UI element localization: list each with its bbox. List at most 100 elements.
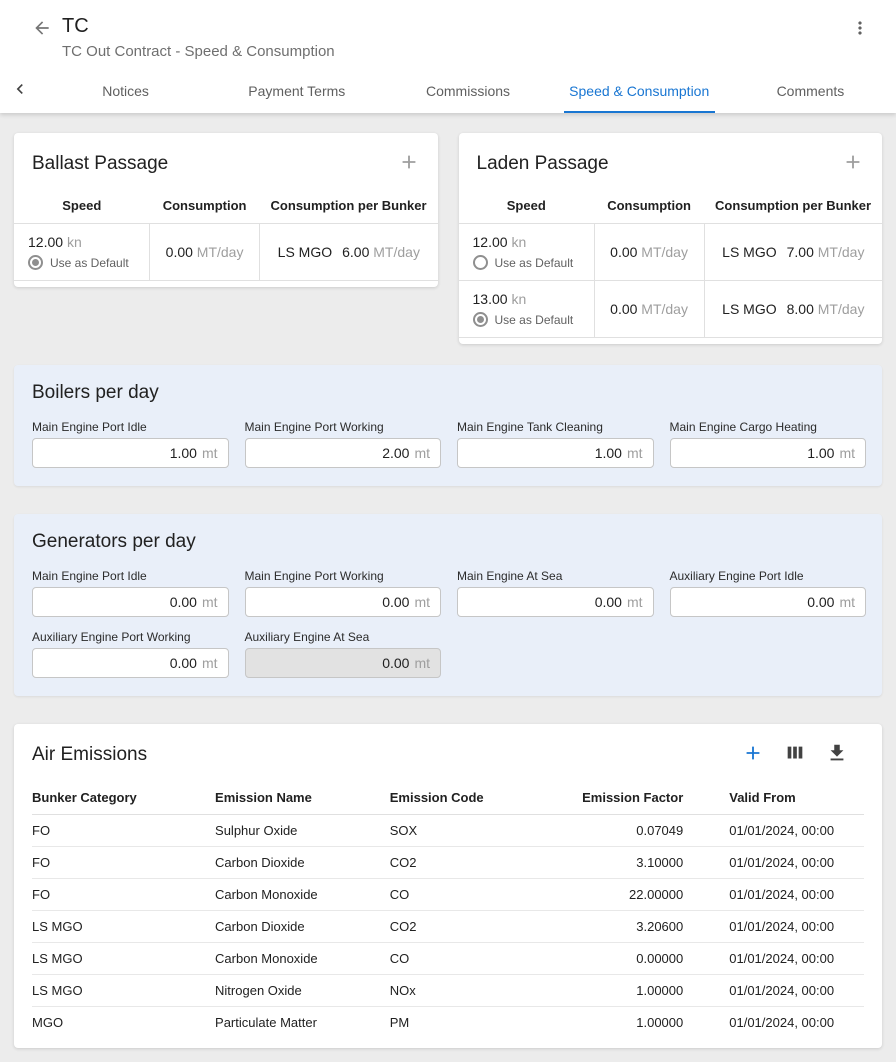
generators-main-engine-port-working-field: Main Engine Port Working 0.00 mt [245,569,442,617]
field-unit: mt [202,655,218,671]
boilers-main-engine-port-working-input[interactable]: 2.00 mt [245,438,442,468]
field-label: Main Engine Tank Cleaning [457,420,654,434]
column-header-speed: Speed [459,190,595,224]
emission-factor-cell[interactable]: 3.20600 [556,911,689,943]
generators-auxiliary-engine-port-idle-field: Auxiliary Engine Port Idle 0.00 mt [670,569,867,617]
bunker-category-cell[interactable]: FO [32,879,215,911]
emission-factor-cell[interactable]: 1.00000 [556,1007,689,1039]
bunker-category-cell[interactable]: LS MGO [32,943,215,975]
consumption-per-bunker-cell[interactable]: LS MGO7.00 MT/day [704,224,882,281]
radio-icon [473,255,488,270]
speed-cell[interactable]: 13.00 kn Use as Default [459,281,595,338]
emission-name-cell[interactable]: Carbon Dioxide [215,911,390,943]
bunker-category-cell[interactable]: LS MGO [32,975,215,1007]
generators-per-day-section: Generators per day Main Engine Port Idle… [14,514,882,696]
bunker-unit: MT/day [818,301,865,317]
boilers-main-engine-cargo-heating-input[interactable]: 1.00 mt [670,438,867,468]
use-as-default-option[interactable]: Use as Default [473,255,584,270]
generators-auxiliary-engine-port-working-input[interactable]: 0.00 mt [32,648,229,678]
emission-code-cell[interactable]: PM [390,1007,556,1039]
generators-main-engine-port-idle-input[interactable]: 0.00 mt [32,587,229,617]
emission-code-cell[interactable]: NOx [390,975,556,1007]
ballast-passage-row: 12.00 kn Use as Default 0.00 MT/day [14,224,438,281]
speed-cell[interactable]: 12.00 kn Use as Default [459,224,595,281]
field-label: Main Engine At Sea [457,569,654,583]
valid-from-cell[interactable]: 01/01/2024, 00:00 [689,847,864,879]
back-button[interactable] [30,16,54,43]
emission-name-cell[interactable]: Carbon Monoxide [215,943,390,975]
valid-from-cell[interactable]: 01/01/2024, 00:00 [689,911,864,943]
tabs-scroll-left-button[interactable] [0,68,40,113]
emission-code-cell[interactable]: SOX [390,815,556,847]
emission-name-cell[interactable]: Nitrogen Oxide [215,975,390,1007]
emission-code-cell[interactable]: CO [390,879,556,911]
emission-name-cell[interactable]: Carbon Monoxide [215,879,390,911]
emission-row[interactable]: LS MGO Nitrogen Oxide NOx 1.00000 01/01/… [32,975,864,1007]
passages-row: Ballast Passage Speed Consumption Consum… [14,133,882,344]
emission-name-cell[interactable]: Particulate Matter [215,1007,390,1039]
emission-factor-cell[interactable]: 22.00000 [556,879,689,911]
emission-row[interactable]: LS MGO Carbon Monoxide CO 0.00000 01/01/… [32,943,864,975]
emission-row[interactable]: MGO Particulate Matter PM 1.00000 01/01/… [32,1007,864,1039]
kebab-menu-icon [850,18,870,41]
emission-factor-cell[interactable]: 0.00000 [556,943,689,975]
tab-commissions[interactable]: Commissions [382,68,553,113]
emission-row[interactable]: FO Sulphur Oxide SOX 0.07049 01/01/2024,… [32,815,864,847]
tab-comments[interactable]: Comments [725,68,896,113]
tab-payment-terms[interactable]: Payment Terms [211,68,382,113]
consumption-per-bunker-cell[interactable]: LS MGO8.00 MT/day [704,281,882,338]
emission-row[interactable]: FO Carbon Dioxide CO2 3.10000 01/01/2024… [32,847,864,879]
generators-main-engine-at-sea-input[interactable]: 0.00 mt [457,587,654,617]
tab-notices[interactable]: Notices [40,68,211,113]
valid-from-cell[interactable]: 01/01/2024, 00:00 [689,879,864,911]
add-emission-button[interactable] [740,740,766,769]
bunker-category-cell[interactable]: FO [32,815,215,847]
generators-auxiliary-engine-at-sea-field: Auxiliary Engine At Sea 0.00 mt [245,630,442,678]
tab-speed-consumption[interactable]: Speed & Consumption [554,68,725,113]
emission-row[interactable]: FO Carbon Monoxide CO 22.00000 01/01/202… [32,879,864,911]
bunker-grade: LS MGO [722,244,776,260]
emission-factor-cell[interactable]: 1.00000 [556,975,689,1007]
generators-fields: Main Engine Port Idle 0.00 mt Main Engin… [32,569,866,678]
bunker-category-cell[interactable]: MGO [32,1007,215,1039]
emission-code-cell[interactable]: CO2 [390,911,556,943]
add-laden-passage-button[interactable] [840,149,866,178]
emission-name-cell[interactable]: Sulphur Oxide [215,815,390,847]
add-ballast-passage-button[interactable] [396,149,422,178]
consumption-cell[interactable]: 0.00 MT/day [594,224,704,281]
emission-factor-cell[interactable]: 3.10000 [556,847,689,879]
consumption-cell[interactable]: 0.00 MT/day [594,281,704,338]
ballast-passage-table: Speed Consumption Consumption per Bunker… [14,190,438,281]
consumption-cell[interactable]: 0.00 MT/day [150,224,260,281]
boilers-main-engine-tank-cleaning-input[interactable]: 1.00 mt [457,438,654,468]
speed-unit: kn [511,291,526,307]
bunker-category-cell[interactable]: LS MGO [32,911,215,943]
use-as-default-option[interactable]: Use as Default [28,255,139,270]
emission-code-cell[interactable]: CO2 [390,847,556,879]
back-arrow-icon [32,18,52,41]
column-header-consumption-per-bunker: Consumption per Bunker [260,190,438,224]
column-header-emission-name: Emission Name [215,781,390,815]
field-unit: mt [839,594,855,610]
valid-from-cell[interactable]: 01/01/2024, 00:00 [689,1007,864,1039]
bunker-category-cell[interactable]: FO [32,847,215,879]
boilers-main-engine-port-idle-input[interactable]: 1.00 mt [32,438,229,468]
more-options-button[interactable] [848,16,872,43]
generators-auxiliary-engine-port-idle-input[interactable]: 0.00 mt [670,587,867,617]
emission-row[interactable]: LS MGO Carbon Dioxide CO2 3.20600 01/01/… [32,911,864,943]
download-button[interactable] [824,740,850,769]
valid-from-cell[interactable]: 01/01/2024, 00:00 [689,975,864,1007]
valid-from-cell[interactable]: 01/01/2024, 00:00 [689,943,864,975]
consumption-value: 0.00 [610,244,637,260]
column-settings-button[interactable] [782,740,808,769]
download-icon [826,742,848,767]
consumption-per-bunker-cell[interactable]: LS MGO6.00 MT/day [260,224,438,281]
emission-factor-cell[interactable]: 0.07049 [556,815,689,847]
valid-from-cell[interactable]: 01/01/2024, 00:00 [689,815,864,847]
speed-cell[interactable]: 12.00 kn Use as Default [14,224,150,281]
emission-name-cell[interactable]: Carbon Dioxide [215,847,390,879]
boilers-main-engine-port-idle-field: Main Engine Port Idle 1.00 mt [32,420,229,468]
use-as-default-option[interactable]: Use as Default [473,312,584,327]
generators-main-engine-port-working-input[interactable]: 0.00 mt [245,587,442,617]
emission-code-cell[interactable]: CO [390,943,556,975]
